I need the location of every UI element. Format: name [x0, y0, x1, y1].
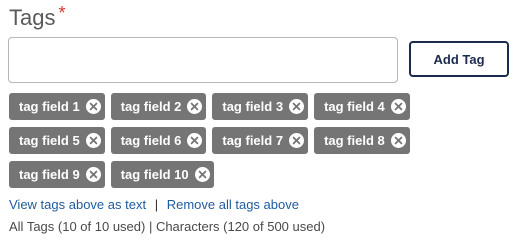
tag-chip: tag field 7 — [212, 127, 309, 154]
close-circle-icon[interactable] — [187, 133, 203, 148]
tag-chip-row: tag field 1 tag field 2 tag field 3 tag … — [9, 93, 449, 120]
close-circle-icon[interactable] — [85, 99, 101, 114]
tag-chip-label: tag field 10 — [120, 167, 189, 182]
close-circle-icon[interactable] — [85, 133, 101, 148]
tag-chip-label: tag field 5 — [19, 133, 80, 148]
tag-chip-label: tag field 1 — [19, 99, 80, 114]
close-circle-icon[interactable] — [85, 167, 101, 182]
link-separator: | — [154, 197, 159, 212]
tag-chip-label: tag field 2 — [120, 99, 182, 114]
tag-chip: tag field 1 — [9, 93, 105, 120]
tag-chip: tag field 3 — [212, 93, 309, 120]
tag-chip-list: tag field 1 tag field 2 tag field 3 tag … — [9, 93, 449, 195]
remove-all-tags-link[interactable]: Remove all tags above — [167, 197, 299, 212]
tag-chip-label: tag field 6 — [120, 133, 182, 148]
close-circle-icon[interactable] — [390, 99, 406, 114]
tag-chip: tag field 8 — [314, 127, 410, 154]
tags-label: Tags — [9, 5, 56, 30]
tag-chip-row: tag field 5 tag field 6 tag field 7 tag … — [9, 127, 449, 154]
tag-usage-summary: All Tags (10 of 10 used) | Characters (1… — [9, 219, 326, 234]
tag-chip: tag field 2 — [110, 93, 207, 120]
add-tag-button[interactable]: Add Tag — [409, 41, 509, 77]
tag-chip-label: tag field 4 — [324, 99, 385, 114]
tag-chip-row: tag field 9 tag field 10 — [9, 161, 449, 188]
tag-chip-label: tag field 9 — [19, 167, 80, 182]
close-circle-icon[interactable] — [187, 99, 203, 114]
tag-chip: tag field 9 — [9, 161, 105, 188]
view-tags-as-text-link[interactable]: View tags above as text — [9, 197, 146, 212]
tag-input[interactable] — [8, 37, 398, 83]
tag-chip-label: tag field 7 — [222, 133, 284, 148]
required-marker: * — [58, 3, 66, 23]
tag-chip: tag field 10 — [110, 161, 214, 188]
tag-chip-label: tag field 3 — [222, 99, 284, 114]
tag-chip: tag field 6 — [110, 127, 207, 154]
tag-chip: tag field 4 — [314, 93, 410, 120]
tag-actions: View tags above as text | Remove all tag… — [9, 197, 299, 212]
close-circle-icon[interactable] — [289, 99, 305, 114]
close-circle-icon[interactable] — [289, 133, 305, 148]
tag-chip-label: tag field 8 — [324, 133, 385, 148]
tags-field-header: Tags * — [9, 4, 66, 32]
close-circle-icon[interactable] — [194, 167, 210, 182]
tag-chip: tag field 5 — [9, 127, 105, 154]
close-circle-icon[interactable] — [390, 133, 406, 148]
